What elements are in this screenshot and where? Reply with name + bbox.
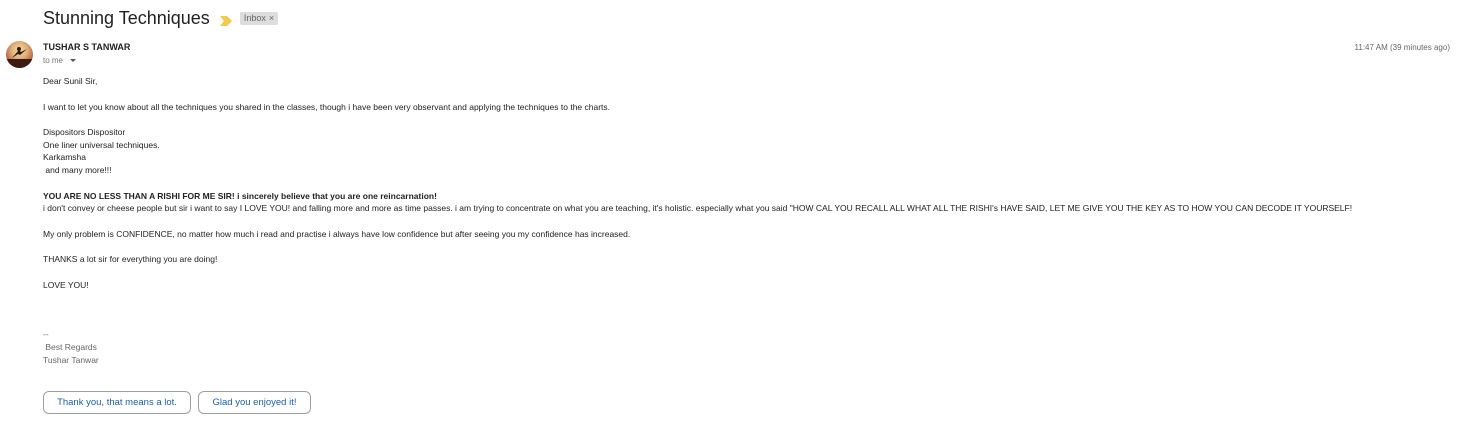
sender-avatar[interactable]	[6, 41, 33, 68]
subject-row: Stunning Techniques Inbox ×	[43, 7, 279, 29]
list-item: One liner universal techniques.	[43, 139, 160, 150]
email-signature: -- Best Regards Tushar Tanwar	[43, 328, 99, 367]
paragraph-3: THANKS a lot sir for everything you are …	[43, 254, 218, 265]
label-chip-inbox: Inbox ×	[239, 11, 279, 25]
label-chip-text: Inbox	[243, 12, 266, 23]
sender-name[interactable]: TUSHAR S TANWAR	[43, 42, 130, 52]
signature-name: Tushar Tanwar	[43, 355, 99, 365]
paragraph-4: LOVE YOU!	[43, 279, 89, 290]
list-item: Karkamsha	[43, 152, 86, 163]
signature-separator: --	[43, 329, 49, 339]
recipient-details-toggle[interactable]: to me	[43, 56, 77, 65]
importance-marker-icon[interactable]	[219, 13, 232, 26]
email-body: Dear Sunil Sir, I want to let you know a…	[43, 75, 1443, 292]
greeting: Dear Sunil Sir,	[43, 76, 98, 86]
email-subject: Stunning Techniques	[43, 8, 210, 28]
bold-line: YOU ARE NO LESS THAN A RISHI FOR ME SIR!…	[43, 190, 437, 201]
paragraph-2: My only problem is CONFIDENCE, no matter…	[43, 228, 631, 239]
remove-label-icon[interactable]: ×	[269, 12, 274, 25]
smart-replies: Thank you, that means a lot. Glad you en…	[43, 391, 311, 414]
intro-paragraph: I want to let you know about all the tec…	[43, 101, 611, 112]
list-item: Dispositors Dispositor	[43, 127, 126, 138]
recipient-text: to me	[43, 56, 64, 65]
chevron-down-icon[interactable]	[70, 59, 77, 62]
list-item: and many more!!!	[43, 164, 112, 175]
smart-reply-button[interactable]: Glad you enjoyed it!	[198, 391, 311, 414]
signature-regards: Best Regards	[43, 342, 97, 352]
email-timestamp: 11:47 AM (39 minutes ago)	[1354, 43, 1450, 52]
paragraph-1: i don't convey or cheese people but sir …	[43, 203, 1353, 214]
smart-reply-button[interactable]: Thank you, that means a lot.	[43, 391, 191, 414]
